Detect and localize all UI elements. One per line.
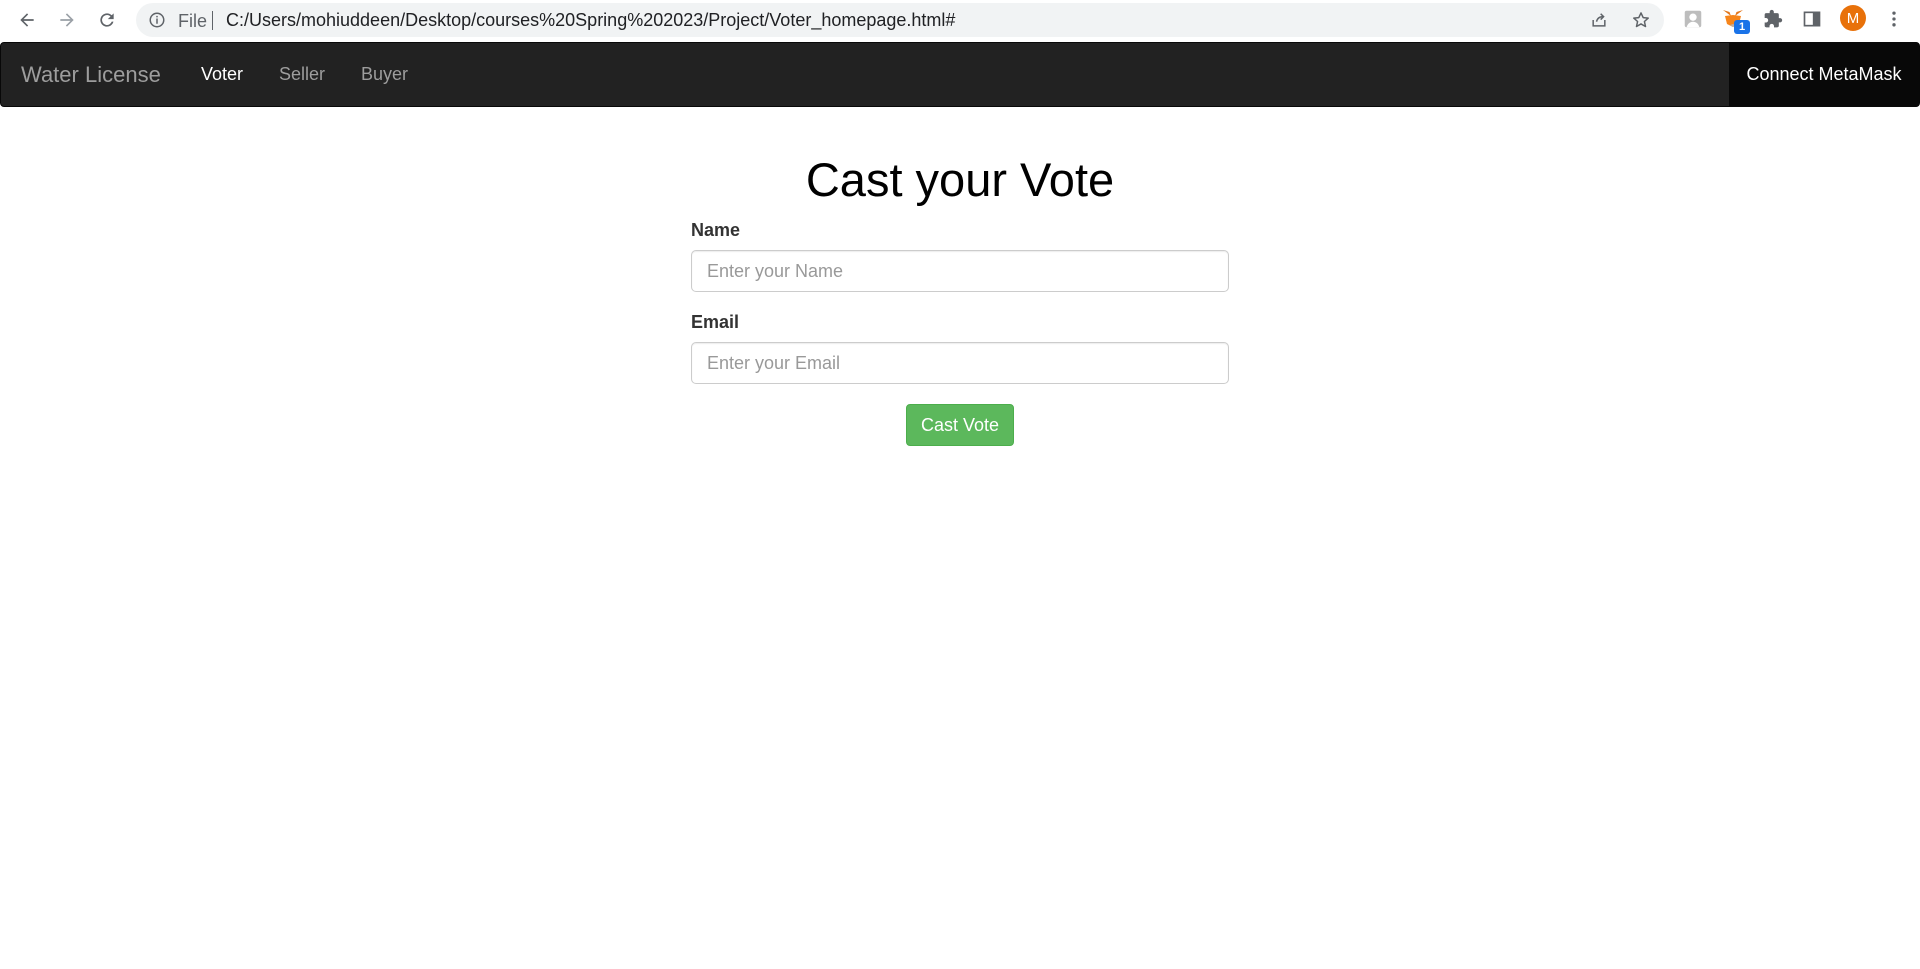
site-navbar: Water License Voter Seller Buyer Connect… (0, 42, 1920, 107)
address-bar[interactable]: File C:/Users/mohiuddeen/Desktop/courses… (136, 3, 1664, 37)
reload-button[interactable] (93, 6, 121, 34)
arrow-right-icon (60, 13, 74, 27)
brand-link[interactable]: Water License (21, 62, 161, 88)
profile-avatar[interactable]: M (1840, 5, 1866, 31)
bookmark-star-icon[interactable] (1631, 10, 1651, 30)
browser-menu-button[interactable] (1882, 7, 1906, 31)
extension-badge: 1 (1734, 20, 1750, 34)
scheme-label: File (178, 11, 208, 31)
url-text[interactable]: C:/Users/mohiuddeen/Desktop/courses%20Sp… (226, 10, 955, 31)
nav-link-voter[interactable]: Voter (201, 64, 243, 85)
extension-profile-icon[interactable] (1681, 7, 1705, 31)
page-title: Cast your Vote (805, 153, 1115, 206)
back-button[interactable] (13, 6, 41, 34)
email-label: Email (691, 312, 740, 332)
info-icon[interactable] (148, 11, 166, 29)
nav-link-buyer[interactable]: Buyer (361, 64, 408, 85)
forward-button[interactable] (53, 6, 81, 34)
cast-vote-button[interactable]: Cast Vote (906, 404, 1014, 446)
reload-icon (100, 13, 114, 27)
connect-metamask-button[interactable]: Connect MetaMask (1729, 42, 1919, 107)
share-icon[interactable] (1589, 10, 1609, 30)
scheme-divider (212, 11, 213, 30)
email-input[interactable] (691, 342, 1229, 384)
side-panel-icon (1803, 11, 1821, 27)
browser-toolbar: File C:/Users/mohiuddeen/Desktop/courses… (0, 0, 1920, 41)
arrow-left-icon (20, 13, 34, 27)
name-input[interactable] (691, 250, 1229, 292)
puzzle-icon (1764, 9, 1783, 28)
portrait-icon (1684, 10, 1702, 28)
extensions-puzzle-button[interactable] (1761, 7, 1785, 31)
nav-link-seller[interactable]: Seller (279, 64, 325, 85)
kebab-menu-icon (1892, 11, 1896, 27)
side-panel-button[interactable] (1800, 7, 1824, 31)
name-label: Name (691, 220, 741, 240)
